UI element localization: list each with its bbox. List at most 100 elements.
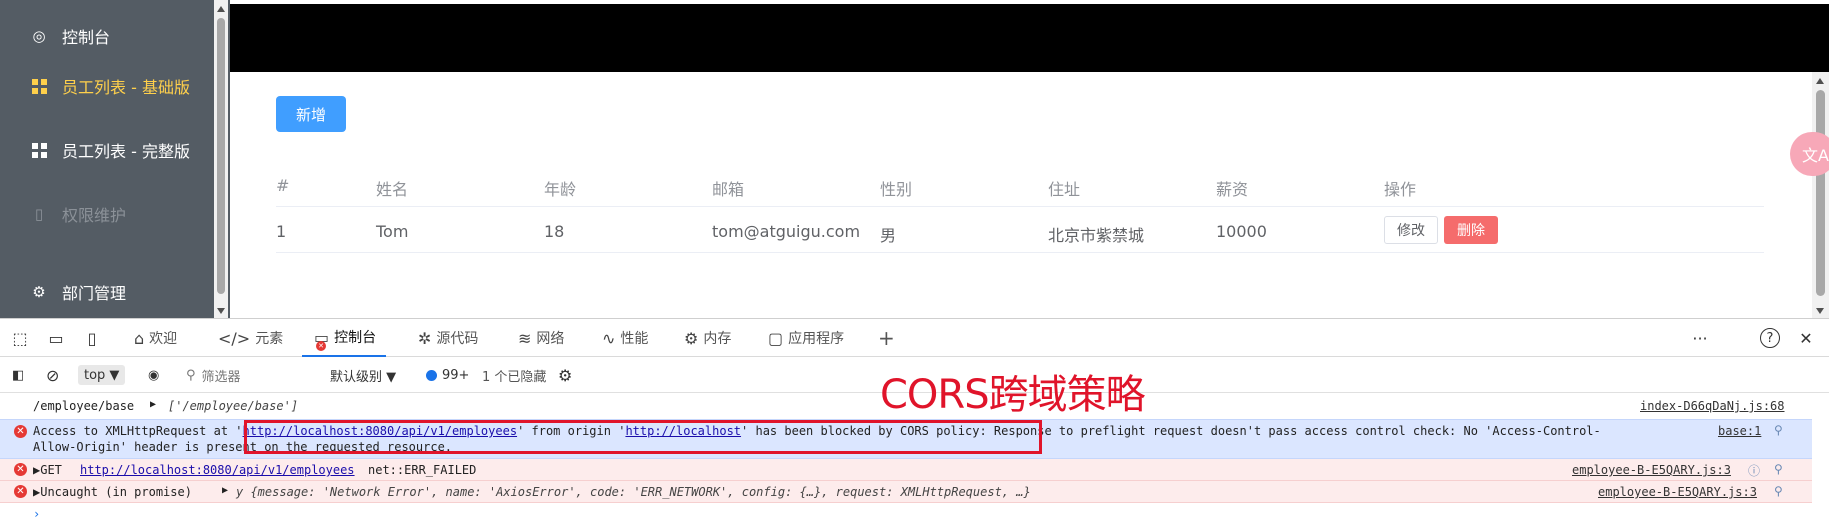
issues-counter[interactable]: 99+ — [426, 365, 469, 385]
error-text[interactable]: ▶Uncaught (in promise) — [33, 485, 192, 499]
scroll-up-arrow-icon[interactable] — [217, 6, 225, 12]
log-level-dropdown[interactable]: 默认级别 ▼ — [330, 365, 396, 385]
grid-icon — [28, 142, 50, 158]
sidebar-item-label: 控制台 — [62, 28, 111, 47]
error-icon: ✕ — [14, 485, 27, 498]
console-prompt-icon[interactable]: › — [33, 507, 40, 521]
cell-age: 18 — [544, 222, 565, 241]
live-expression-eye-icon[interactable]: ◉ — [148, 365, 159, 385]
wifi-icon: ≋ — [518, 328, 532, 348]
header-divider — [276, 206, 1764, 207]
delete-button[interactable]: 删除 — [1444, 216, 1498, 244]
context-selector[interactable]: top ▼ — [78, 365, 126, 385]
console-error-row: ✕ ▶GET http://localhost:8080/api/v1/empl… — [0, 459, 1812, 481]
inspect-element-icon[interactable]: ⬚ — [10, 328, 30, 348]
scroll-up-arrow-icon[interactable] — [1816, 78, 1824, 84]
tab-elements[interactable]: </> 元素 — [218, 319, 283, 357]
sidebar-item-employee-full[interactable]: 员工列表 - 完整版 — [0, 118, 210, 182]
message-icon — [426, 369, 437, 381]
request-method[interactable]: ▶GET — [33, 463, 62, 477]
error-code: net::ERR_FAILED — [368, 463, 477, 477]
app-window: ◎ 控制台 员工列表 - 基础版 员工列表 - 完整版 ▯ 权限维护 ⚙ 部门管… — [0, 0, 1829, 318]
column-header-address: 住址 — [1048, 180, 1081, 199]
grid-icon — [28, 78, 50, 94]
source-link[interactable]: employee-B-E5QARY.js:3 — [1598, 485, 1757, 499]
log-text: /employee/base — [33, 399, 135, 413]
scroll-down-arrow-icon[interactable] — [1816, 308, 1824, 314]
bug-icon: ✲ — [418, 328, 432, 348]
sidebar-item-label: 员工列表 - 基础版 — [62, 78, 190, 97]
gear-icon: ⚙ — [32, 283, 46, 301]
cell-email: tom@atguigu.com — [712, 222, 861, 241]
tab-label: 欢迎 — [149, 331, 178, 347]
filter-icon: ⚲ — [186, 367, 196, 383]
clear-console-icon[interactable]: ⊘ — [46, 365, 59, 385]
sidebar-scrollbar[interactable] — [214, 0, 228, 318]
search-icon[interactable]: ⚲ — [1774, 462, 1783, 476]
log-value[interactable]: ['/employee/base'] — [168, 399, 298, 413]
error-icon: ✕ — [14, 463, 27, 476]
search-icon[interactable]: ⚲ — [1774, 423, 1783, 437]
error-text: Access to XMLHttpRequest at ' — [33, 424, 243, 438]
sidebar-item-label: 员工列表 - 完整版 — [62, 142, 190, 161]
error-badge-icon: ✕ — [316, 341, 326, 351]
tab-label: 网络 — [536, 331, 565, 347]
tab-welcome[interactable]: ⌂ 欢迎 — [134, 319, 177, 357]
help-icon[interactable]: ? — [1760, 328, 1780, 348]
dock-side-icon[interactable]: ▯ — [82, 328, 102, 348]
document-icon: ▯ — [34, 205, 44, 223]
memory-icon: ⚙ — [684, 328, 699, 348]
source-link[interactable]: index-D66qDaNj.js:68 — [1640, 399, 1785, 413]
column-header-actions: 操作 — [1384, 180, 1417, 199]
tab-label: 内存 — [703, 331, 732, 347]
sidebar-item-departments[interactable]: ⚙ 部门管理 — [0, 260, 210, 324]
add-button[interactable]: 新增 — [276, 96, 346, 132]
tab-memory[interactable]: ⚙ 内存 — [684, 319, 731, 357]
filter-input[interactable]: ⚲ 筛选器 — [186, 365, 316, 385]
scrollbar-thumb[interactable] — [217, 18, 225, 294]
sidebar-item-permissions[interactable]: ▯ 权限维护 — [0, 182, 210, 246]
sidebar-toggle-icon[interactable]: ◧ — [12, 365, 24, 385]
more-options-icon[interactable]: ··· — [1690, 328, 1710, 348]
tab-sources[interactable]: ✲ 源代码 — [418, 319, 478, 357]
column-header-name: 姓名 — [376, 180, 409, 199]
scrollbar-thumb[interactable] — [1816, 90, 1825, 296]
main-content: 新增 # 姓名 年龄 邮箱 性别 住址 薪资 操作 1 Tom 18 tom@a… — [230, 72, 1810, 318]
request-url-link[interactable]: http://localhost:8080/api/v1/employees — [80, 463, 355, 477]
code-icon: </> — [218, 328, 251, 348]
filter-placeholder: 筛选器 — [201, 369, 241, 385]
sidebar-menu: ◎ 控制台 员工列表 - 基础版 员工列表 - 完整版 ▯ 权限维护 ⚙ 部门管… — [0, 0, 230, 318]
sidebar-item-label: 部门管理 — [62, 284, 127, 303]
tab-label: 控制台 — [334, 330, 377, 346]
search-icon[interactable]: ⚲ — [1774, 484, 1783, 498]
error-object[interactable]: y {message: 'Network Error', name: 'Axio… — [236, 485, 1031, 499]
source-link[interactable]: employee-B-E5QARY.js:3 — [1572, 463, 1731, 477]
expand-arrow-icon[interactable]: ▶ — [150, 399, 156, 410]
sidebar-item-employee-basic[interactable]: 员工列表 - 基础版 — [0, 54, 210, 118]
column-header-age: 年龄 — [544, 180, 577, 199]
main-scrollbar[interactable] — [1812, 72, 1829, 318]
add-tab-button[interactable]: + — [878, 319, 895, 357]
cell-name: Tom — [376, 222, 409, 241]
scroll-down-arrow-icon[interactable] — [217, 308, 225, 314]
info-icon[interactable]: ⓘ — [1748, 462, 1760, 479]
source-link[interactable]: base:1 — [1718, 424, 1761, 438]
tab-network[interactable]: ≋ 网络 — [518, 319, 564, 357]
translate-button[interactable]: 文A — [1790, 132, 1829, 176]
issues-count: 99+ — [442, 367, 470, 383]
performance-icon: ∿ — [602, 328, 616, 348]
tab-application[interactable]: ▢ 应用程序 — [768, 319, 844, 357]
tab-label: 性能 — [620, 331, 649, 347]
cors-annotation-label: CORS跨域策略 — [880, 372, 1146, 418]
expand-arrow-icon[interactable]: ▶ — [222, 485, 228, 496]
console-error-row: ✕ ▶Uncaught (in promise) ▶ y {message: '… — [0, 481, 1812, 503]
top-header — [230, 4, 1829, 72]
console-settings-gear-icon[interactable]: ⚙ — [558, 365, 572, 385]
tab-performance[interactable]: ∿ 性能 — [602, 319, 648, 357]
edit-button[interactable]: 修改 — [1384, 216, 1438, 244]
close-icon[interactable]: ✕ — [1796, 328, 1816, 348]
device-toolbar-icon[interactable]: ▭ — [46, 328, 66, 348]
tab-console[interactable]: ▭ ✕ 控制台 — [302, 319, 387, 357]
hidden-count: 1 个已隐藏 — [482, 369, 547, 385]
devtools-tab-bar: ⬚ ▭ ▯ ⌂ 欢迎 </> 元素 ▭ ✕ 控制台 ✲ 源代码 ≋ 网络 ∿ 性… — [0, 319, 1829, 357]
